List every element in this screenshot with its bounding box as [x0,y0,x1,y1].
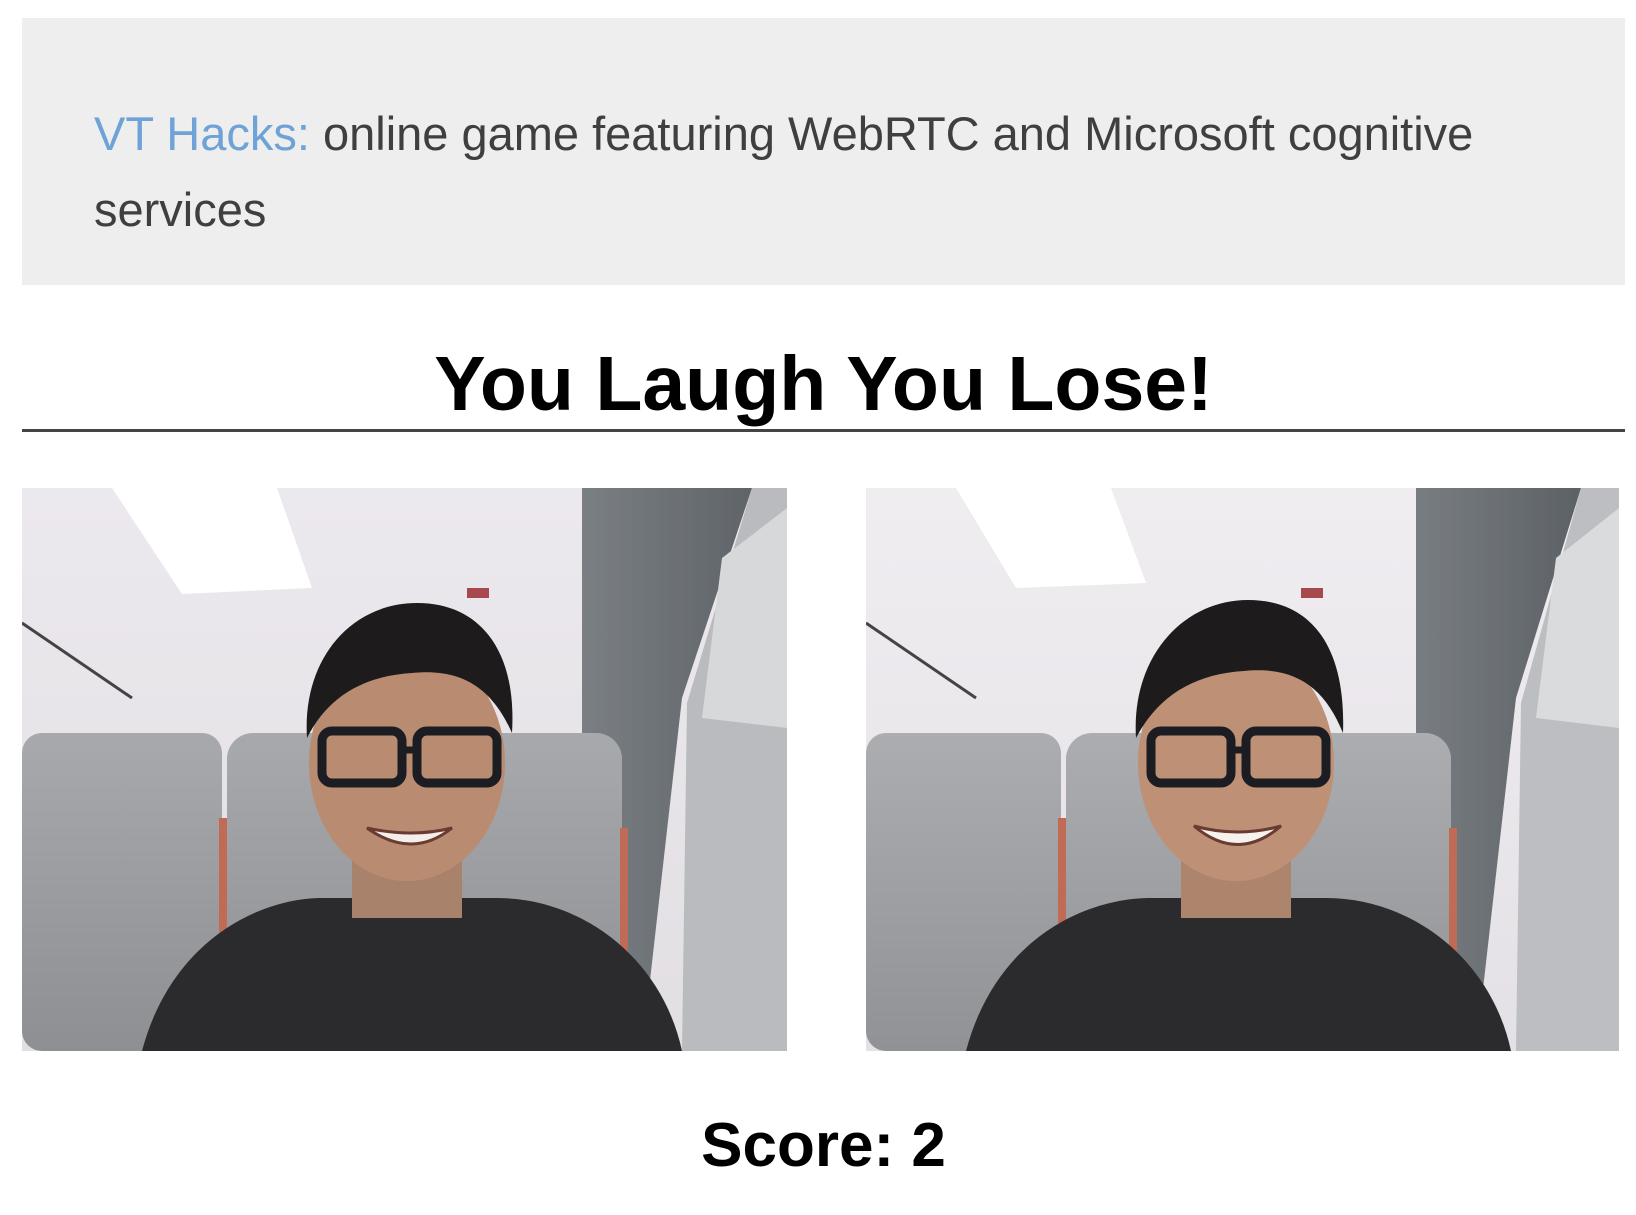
game-title: You Laugh You Lose! [434,341,1213,427]
header-banner: VT Hacks: online game featuring WebRTC a… [22,18,1625,285]
local-video [22,488,787,1051]
title-divider [22,429,1625,432]
local-video-frame [22,488,787,1051]
score-value: 2 [911,1111,946,1180]
remote-video [866,488,1619,1051]
page: VT Hacks: online game featuring WebRTC a… [0,0,1636,1215]
brand-link[interactable]: VT Hacks: [94,107,310,160]
score-label: Score: [701,1111,895,1180]
score-display: Score: 2 [22,1108,1625,1184]
remote-video-frame [866,488,1619,1051]
